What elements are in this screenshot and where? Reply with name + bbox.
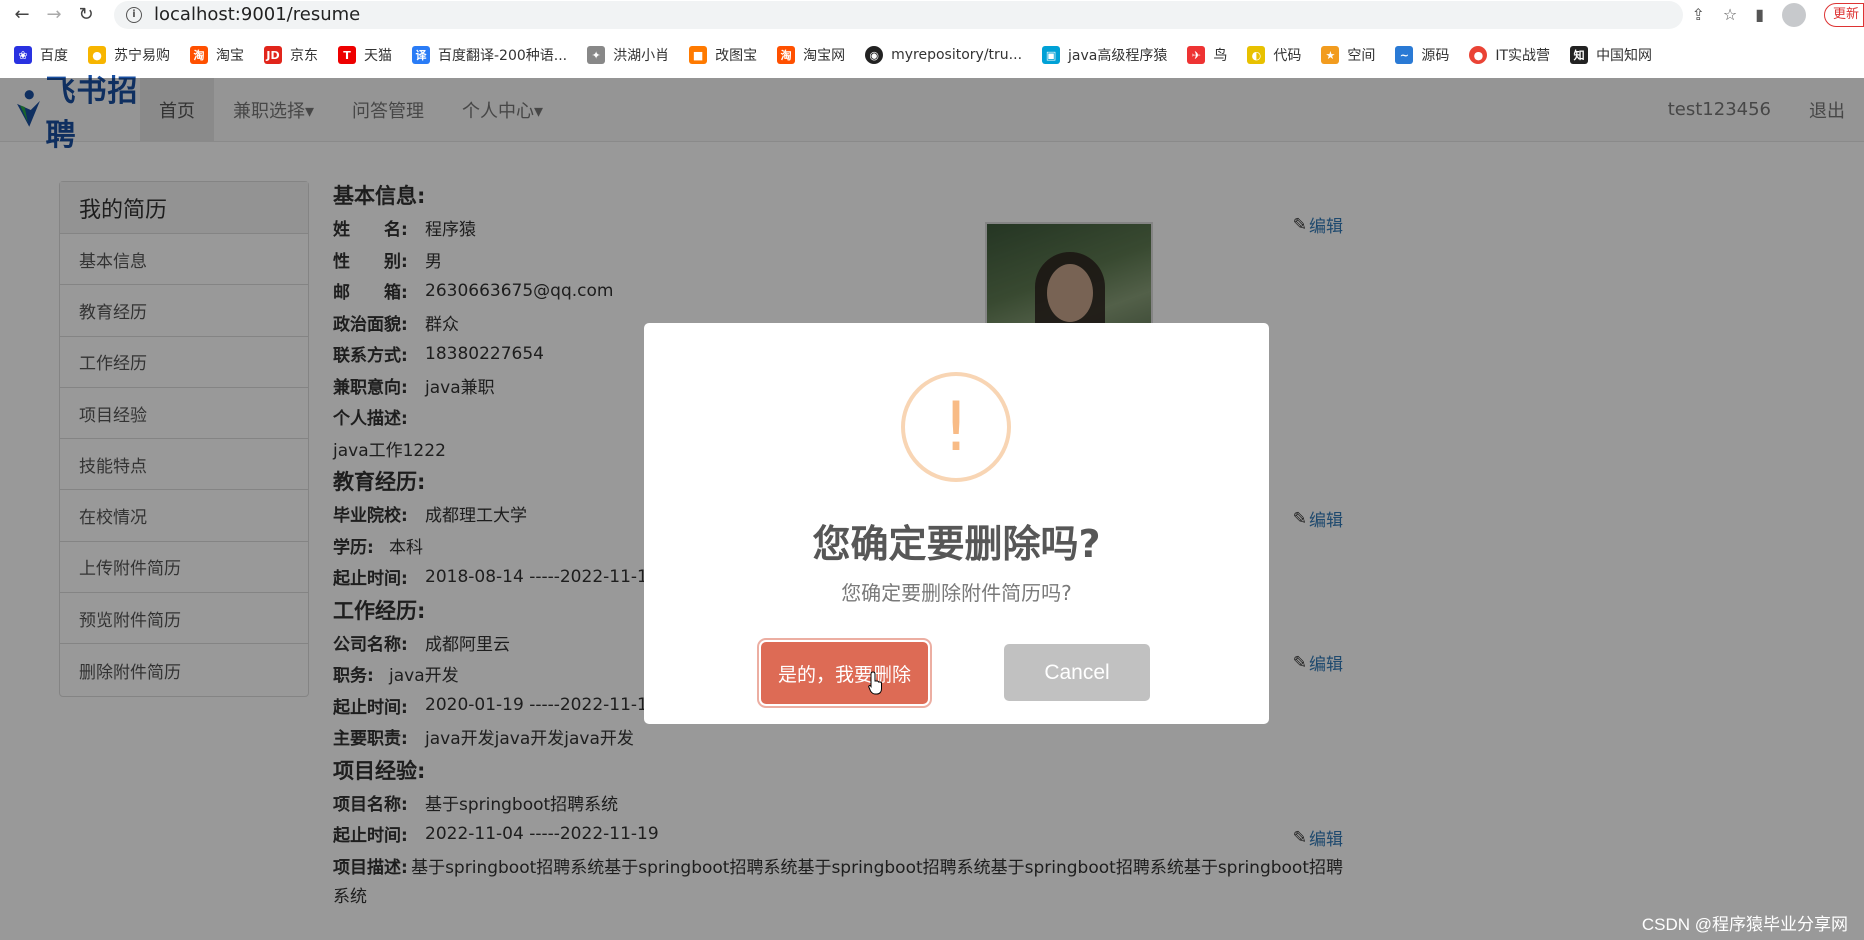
suning-icon: ●	[88, 46, 106, 64]
baidu-icon: ❀	[14, 46, 32, 64]
cnki-icon: 知	[1570, 46, 1589, 64]
bird-icon: ✈	[1187, 46, 1206, 64]
bookmark-star-icon[interactable]: ☆	[1723, 5, 1737, 24]
hand-cursor-icon	[868, 671, 882, 695]
back-icon[interactable]: ←	[8, 1, 36, 29]
bookmark-item[interactable]: ◐ 代码	[1247, 45, 1301, 65]
bookmark-item[interactable]: ▣ java高级程序猿	[1042, 45, 1167, 65]
fish-icon: ~	[1395, 46, 1414, 64]
url-text: localhost:9001/resume	[154, 4, 361, 25]
browser-toolbar: ← → ↻ i localhost:9001/resume ⇪ ☆ ▮ 更新	[0, 0, 1864, 29]
dialog-message: 您确定要删除附件简历吗?	[841, 581, 1072, 605]
reload-icon[interactable]: ↻	[72, 1, 100, 29]
cancel-button[interactable]: Cancel	[1004, 644, 1150, 701]
github-icon: ◉	[865, 46, 884, 64]
qzone-icon: ★	[1321, 46, 1340, 64]
bookmark-item[interactable]: ❀ 百度	[14, 45, 68, 65]
bilibili-icon: ▣	[1042, 46, 1061, 64]
bookmark-item[interactable]: 淘淘宝	[190, 45, 244, 65]
bookmark-item[interactable]: ✦ 洪湖小肖	[587, 45, 669, 65]
warning-icon: !	[901, 372, 1011, 482]
bookmark-item[interactable]: 知中国知网	[1570, 45, 1652, 65]
bookmark-item[interactable]: JD 京东	[264, 45, 318, 65]
site-info-icon[interactable]: i	[126, 6, 142, 23]
bookmarks-bar: ❀ 百度 ● 苏宁易购 淘淘宝 JD 京东 T 天猫 译百度翻译-200种语... ✦ 洪…	[0, 33, 1864, 77]
bookmark-item[interactable]: ★ 空间	[1321, 45, 1375, 65]
bookmark-item[interactable]: 译百度翻译-200种语...	[412, 45, 567, 65]
watermark: CSDN @程序猿毕业分享网	[1641, 915, 1848, 934]
taobao-icon: 淘	[190, 46, 208, 64]
confirm-delete-button[interactable]: 是的，我要删除	[761, 642, 928, 704]
taobao-icon: 淘	[777, 46, 796, 64]
address-bar[interactable]: i localhost:9001/resume	[114, 0, 1684, 29]
code-icon: ◐	[1247, 46, 1266, 64]
bookmark-item[interactable]: T 天猫	[338, 45, 392, 65]
bird-icon: ✦	[587, 46, 606, 64]
bookmark-item[interactable]: ● IT实战营	[1469, 45, 1550, 65]
gaitubao-icon: ■	[689, 46, 708, 64]
toolbar-right: ⇪ ☆ ▮ 更新	[1691, 2, 1864, 27]
bookmark-item[interactable]: ✈ 鸟	[1187, 45, 1227, 65]
tmall-icon: T	[338, 46, 356, 64]
jd-icon: JD	[264, 46, 282, 64]
bookmark-item[interactable]: ● 苏宁易购	[88, 45, 170, 65]
bookmark-item[interactable]: 淘淘宝网	[777, 45, 845, 65]
bookmark-item[interactable]: ◉ myrepository/tru...	[865, 46, 1022, 64]
confirm-dialog: ! 您确定要删除吗? 您确定要删除附件简历吗? 是的，我要删除 Cancel	[644, 323, 1269, 724]
profile-avatar-icon[interactable]	[1782, 2, 1806, 27]
update-button[interactable]: 更新	[1824, 2, 1864, 27]
bookmark-item[interactable]: ~ 源码	[1395, 45, 1449, 65]
share-icon[interactable]: ⇪	[1691, 5, 1704, 24]
side-panel-icon[interactable]: ▮	[1755, 5, 1764, 24]
chrome-icon: ●	[1469, 46, 1488, 64]
dialog-title: 您确定要删除吗?	[812, 522, 1101, 566]
forward-icon[interactable]: →	[40, 1, 68, 29]
bookmark-item[interactable]: ■ 改图宝	[689, 45, 757, 65]
fanyi-icon: 译	[412, 46, 430, 64]
